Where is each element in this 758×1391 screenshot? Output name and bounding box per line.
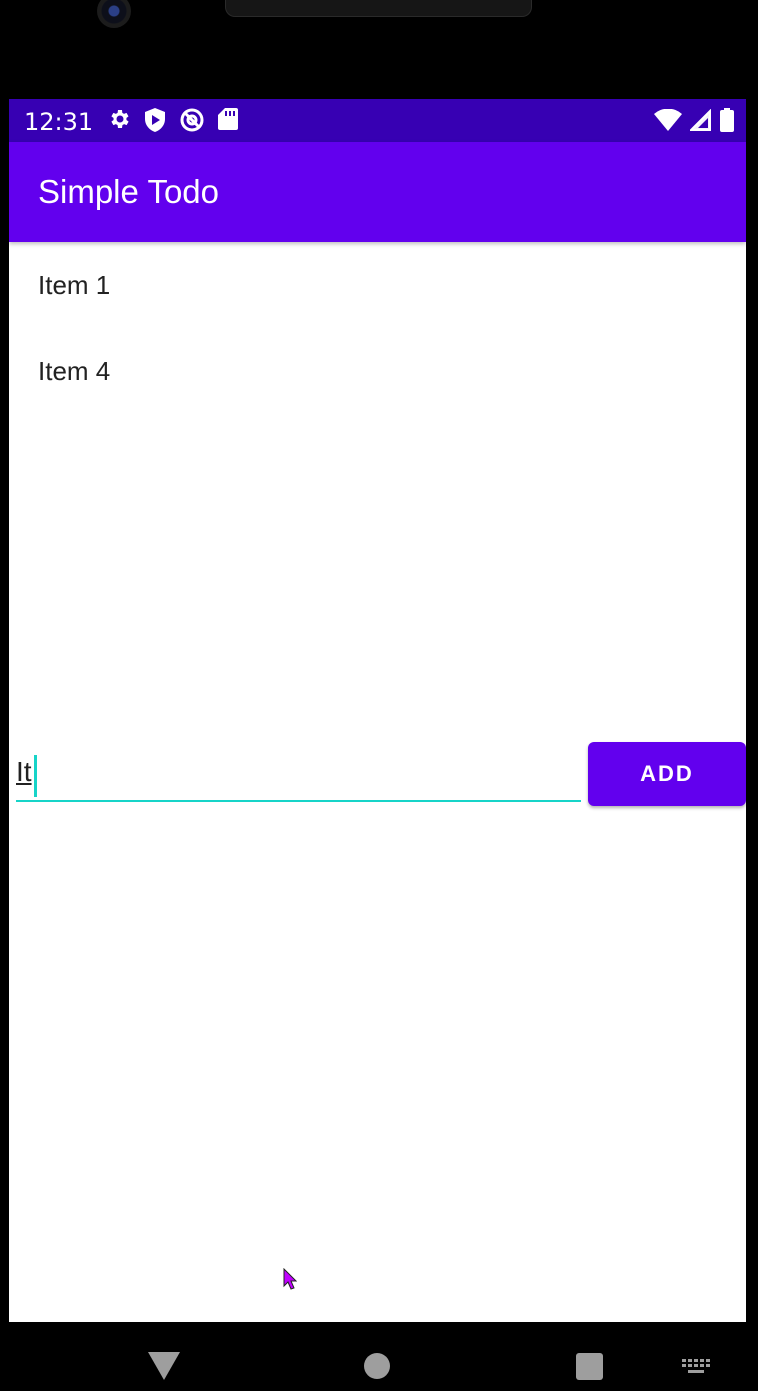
recents-icon[interactable] [576,1353,603,1380]
shield-play-icon [143,107,167,133]
battery-icon [720,108,734,132]
status-time: 12:31 [24,108,94,136]
todo-list: Item 1 Item 4 [9,242,746,414]
status-bar: 12:31 [9,99,746,142]
add-item-row: It ADD [9,742,746,808]
wifi-icon [654,109,682,131]
cell-signal-icon [690,109,712,131]
app-bar: Simple Todo [9,142,746,242]
earpiece-speaker [225,0,532,17]
app-title: Simple Todo [38,173,220,210]
todo-item[interactable]: Item 4 [9,328,746,414]
todo-item[interactable]: Item 1 [9,242,746,328]
no-tracking-icon [179,107,205,133]
app-screen: 12:31 Simple Todo Item 1 Item 4 It ADD [9,99,746,1322]
keyboard-icon[interactable] [682,1359,712,1379]
sd-card-icon [217,107,239,133]
mouse-pointer-icon [283,1267,298,1294]
text-caret [34,755,37,797]
back-icon[interactable] [148,1352,180,1384]
home-icon[interactable] [364,1353,390,1379]
settings-icon [107,107,131,133]
new-item-input[interactable] [16,742,581,802]
navigation-bar [0,1322,758,1391]
add-button[interactable]: ADD [588,742,746,806]
front-camera [97,0,131,28]
